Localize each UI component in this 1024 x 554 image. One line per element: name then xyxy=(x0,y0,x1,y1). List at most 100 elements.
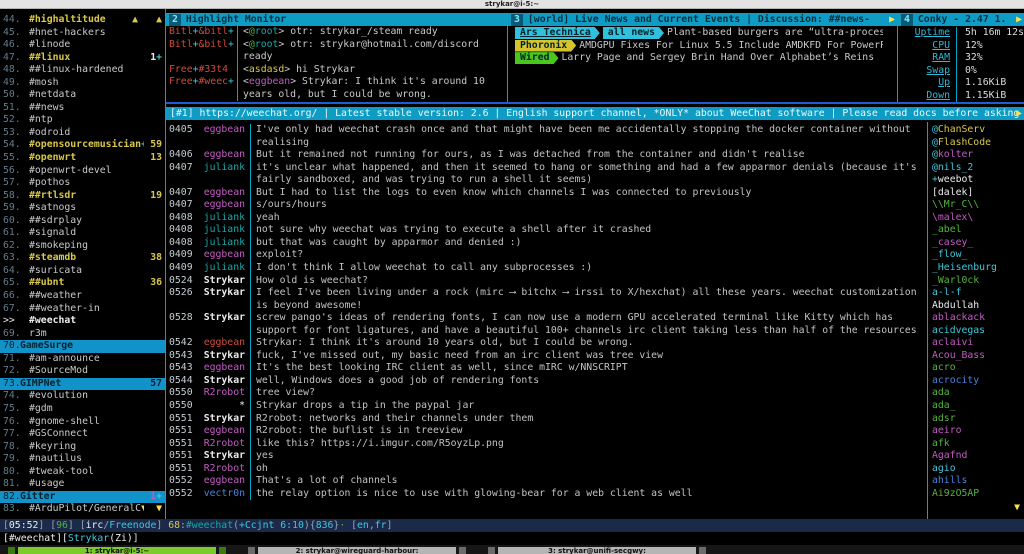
nicklist-item[interactable]: Agafnd xyxy=(932,450,1024,463)
buffer-list-item[interactable]: 52. #ntp xyxy=(0,114,165,127)
nicklist-item[interactable]: adsr xyxy=(932,413,1024,426)
message-nick[interactable]: eggbean xyxy=(198,199,245,212)
message-nick[interactable]: R2robot xyxy=(198,438,245,451)
taskbar-tab[interactable]: 3: strykar@unifi-secgwy: xyxy=(498,547,696,554)
buffer-list-item[interactable]: 65. ##ubnt 36 xyxy=(0,277,165,290)
scroll-right-icon[interactable]: ▶ xyxy=(1016,13,1022,26)
nicklist-scroll-down-icon[interactable]: ▼ xyxy=(1014,502,1020,515)
news-headline[interactable]: Larry Page and Sergey Brin Hand Over Alp… xyxy=(562,52,875,63)
buffer-list-item[interactable]: 61. #signald xyxy=(0,227,165,240)
buffer-list-item[interactable]: 50. #netdata xyxy=(0,89,165,102)
nicklist-item[interactable]: _flow_ xyxy=(932,249,1024,262)
buffer-list-item[interactable]: 69. r3m xyxy=(0,328,165,341)
nicklist-item[interactable]: afk xyxy=(932,438,1024,451)
message-nick[interactable]: eggbean xyxy=(198,362,245,375)
buffer-list-item[interactable]: 71. #am-announce xyxy=(0,353,165,366)
buffer-list-item[interactable]: 46. #linode xyxy=(0,39,165,52)
message-nick[interactable]: eggbean xyxy=(198,475,245,488)
taskbar-tab[interactable]: 1: strykar@i-5:~ xyxy=(18,547,216,554)
buffer-list-item[interactable]: 45. #hnet-hackers xyxy=(0,27,165,40)
buffer-list-item[interactable]: 51. ##news xyxy=(0,102,165,115)
nicklist-item[interactable]: @kolter xyxy=(932,149,1024,162)
buffer-list-item[interactable]: 83. #ArduPilot/GeneralC▼ ▼ xyxy=(0,503,165,516)
message-nick[interactable]: eggbean xyxy=(198,249,245,262)
buffer-list-item[interactable]: 57. #pothos xyxy=(0,177,165,190)
nicklist-item[interactable]: _abel xyxy=(932,224,1024,237)
scroll-right-icon[interactable]: ▶ xyxy=(1016,107,1022,120)
message-nick[interactable]: Strykar xyxy=(198,450,245,463)
nicklist-item[interactable]: ada xyxy=(932,387,1024,400)
message-nick[interactable]: juliank xyxy=(198,262,245,275)
buffer-list-item[interactable]: 78. #keyring xyxy=(0,441,165,454)
message-nick[interactable]: Strykar xyxy=(198,287,245,312)
highlight-monitor-titlebar[interactable]: 2Highlight Monitor xyxy=(166,13,507,26)
message-nick[interactable]: eggbean xyxy=(198,187,245,200)
nicklist-item[interactable]: Abdullah xyxy=(932,300,1024,313)
message-nick[interactable]: juliank xyxy=(198,162,245,187)
buffer-list-item[interactable]: 63. #steamdb 38 xyxy=(0,252,165,265)
message-nick[interactable]: R2robot xyxy=(198,387,245,400)
message-nick[interactable]: eggbean xyxy=(198,124,245,149)
buffer-list-item[interactable]: 66. ##weather xyxy=(0,290,165,303)
nicklist-item[interactable]: @nils_2 xyxy=(932,162,1024,175)
buffer-list-item[interactable]: 75. #gdm xyxy=(0,403,165,416)
buffer-list-item[interactable]: 77. #GSConnect xyxy=(0,428,165,441)
nicklist-item[interactable]: @ChanServ xyxy=(932,124,1024,137)
buffer-list-item[interactable]: 70. GameSurge xyxy=(0,340,165,353)
buffer-list-item[interactable]: 67. ##weather-in xyxy=(0,303,165,316)
news-titlebar[interactable]: 3[world] Live News and Current Events | … xyxy=(508,13,897,26)
buffer-list-item[interactable]: 44. #highaltitude ▲ ▲ xyxy=(0,14,165,27)
window-titlebar[interactable]: strykar@i-5:~ xyxy=(0,0,1024,9)
nicklist-item[interactable]: aclaivi xyxy=(932,337,1024,350)
news-headline[interactable]: Plant-based burgers are “ultra-processed… xyxy=(667,27,883,38)
buffer-list-item[interactable]: 73. GIMPNet 57 xyxy=(0,378,165,391)
message-nick[interactable]: juliank xyxy=(198,237,245,250)
nicklist-item[interactable]: Acou_Bass xyxy=(932,350,1024,363)
buffer-list-item[interactable]: 80. #tweak-tool xyxy=(0,466,165,479)
message-nick[interactable]: Strykar xyxy=(198,413,245,426)
nicklist-item[interactable]: ablackack xyxy=(932,312,1024,325)
buffer-list-item[interactable]: 59. #satnogs xyxy=(0,202,165,215)
nicklist-item[interactable]: _Warl0ck xyxy=(932,275,1024,288)
scroll-right-icon[interactable]: ▶ xyxy=(889,13,895,26)
buffer-list-item[interactable]: 56. #openwrt-devel xyxy=(0,165,165,178)
buffer-list-item[interactable]: 58. ##rtlsdr 19 xyxy=(0,190,165,203)
buffer-list-item[interactable]: 62. #smokeping xyxy=(0,240,165,253)
nicklist-item[interactable]: a-l-f xyxy=(932,287,1024,300)
message-nick[interactable]: * xyxy=(198,400,245,413)
message-nick[interactable]: juliank xyxy=(198,224,245,237)
buffer-list-item[interactable]: 49. #mosh xyxy=(0,77,165,90)
message-nick[interactable]: eggbean xyxy=(198,149,245,162)
nicklist-item[interactable]: +weebot xyxy=(932,174,1024,187)
nicklist-item[interactable]: aeiro xyxy=(932,425,1024,438)
buffer-list-item[interactable]: 74. #evolution xyxy=(0,390,165,403)
message-nick[interactable]: eggbean xyxy=(198,425,245,438)
taskbar-tab[interactable]: 2: strykar@wireguard-harbour: xyxy=(258,547,456,554)
input-bar[interactable]: [#weechat][Strykar(Zi)] xyxy=(0,532,1024,545)
buffer-list-item[interactable]: 47. ##linux 1+ xyxy=(0,52,165,65)
buffer-list-item[interactable]: 60. ##sdrplay xyxy=(0,215,165,228)
nicklist-item[interactable]: _Heisenburg xyxy=(932,262,1024,275)
buffer-list-item[interactable]: 72. #SourceMod xyxy=(0,365,165,378)
buffer-list-item[interactable]: 81. #usage xyxy=(0,478,165,491)
buffer-list-item[interactable]: 54. #opensourcemusician+ 59 xyxy=(0,139,165,152)
buffer-list-item[interactable]: 79. #nautilus xyxy=(0,453,165,466)
nicklist-item[interactable]: @FlashCode xyxy=(932,137,1024,150)
nicklist-item[interactable]: acrocity xyxy=(932,375,1024,388)
message-nick[interactable]: R2robot xyxy=(198,463,245,476)
message-nick[interactable]: Strykar xyxy=(198,375,245,388)
buffer-list-item[interactable]: >> #weechat xyxy=(0,315,165,328)
nicklist-item[interactable]: acro xyxy=(932,362,1024,375)
scroll-up-icon[interactable]: ▲ xyxy=(132,14,144,27)
buffer-list-item[interactable]: 64. #suricata xyxy=(0,265,165,278)
message-nick[interactable]: juliank xyxy=(198,212,245,225)
conky-titlebar[interactable]: 4Conky - 2.47 1.▶ xyxy=(898,13,1024,26)
nicklist-item[interactable]: _casey_ xyxy=(932,237,1024,250)
nicklist-item[interactable]: agio xyxy=(932,463,1024,476)
nicklist-item[interactable]: \\Mr_C\\ xyxy=(932,199,1024,212)
buffer-list-item[interactable]: 82. Gitter 1+ xyxy=(0,491,165,504)
message-nick[interactable]: Strykar xyxy=(198,312,245,337)
nicklist-item[interactable]: \malex\ xyxy=(932,212,1024,225)
message-nick[interactable]: eggbean xyxy=(198,337,245,350)
buffer-list-item[interactable]: 55. #openwrt 13 xyxy=(0,152,165,165)
